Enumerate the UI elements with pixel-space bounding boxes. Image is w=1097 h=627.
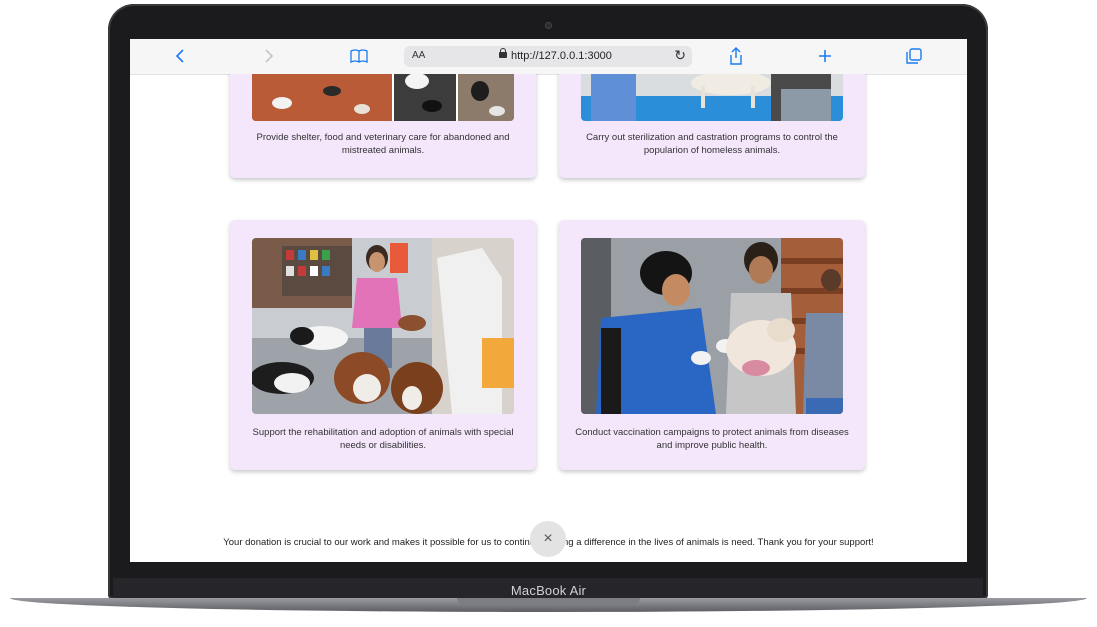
reload-icon[interactable]: ↻ [674, 47, 686, 64]
camera [545, 22, 552, 29]
card-vaccination: Conduct vaccination campaigns to protect… [559, 220, 865, 470]
card-caption: Conduct vaccination campaigns to protect… [575, 427, 849, 451]
page-content: Provide shelter, food and veterinary car… [130, 74, 967, 562]
tabs-icon[interactable] [902, 46, 926, 66]
card-caption: Provide shelter, food and veterinary car… [256, 132, 510, 156]
laptop-notch [457, 598, 640, 605]
browser-toolbar: AA http://127.0.0.1:3000 ↻ [130, 39, 967, 75]
card-sterilization: Carry out sterilization and castration p… [559, 74, 865, 178]
card-shelter: Provide shelter, food and veterinary car… [230, 74, 536, 178]
vaccination-photo [581, 238, 843, 414]
share-icon[interactable] [724, 46, 748, 66]
browser-window: AA http://127.0.0.1:3000 ↻ Provide shelt… [130, 39, 967, 562]
forward-icon[interactable] [257, 46, 281, 66]
address-bar[interactable]: AA http://127.0.0.1:3000 ↻ [404, 46, 692, 67]
new-tab-icon[interactable] [813, 46, 837, 66]
url-text: http://127.0.0.1:3000 [511, 50, 612, 62]
back-icon[interactable] [168, 46, 192, 66]
lock-icon [499, 48, 507, 58]
card-caption: Support the rehabilitation and adoption … [252, 427, 514, 451]
card-caption: Carry out sterilization and castration p… [586, 132, 838, 156]
device-label: MacBook Air [510, 583, 587, 598]
close-button[interactable]: × [530, 521, 566, 557]
sterilization-photo [581, 74, 843, 121]
shelter-photo [252, 74, 514, 121]
card-rehabilitation: Support the rehabilitation and adoption … [230, 220, 536, 470]
rehabilitation-photo [252, 238, 514, 414]
reader-icon[interactable] [347, 46, 371, 66]
text-size-button[interactable]: AA [412, 50, 425, 61]
